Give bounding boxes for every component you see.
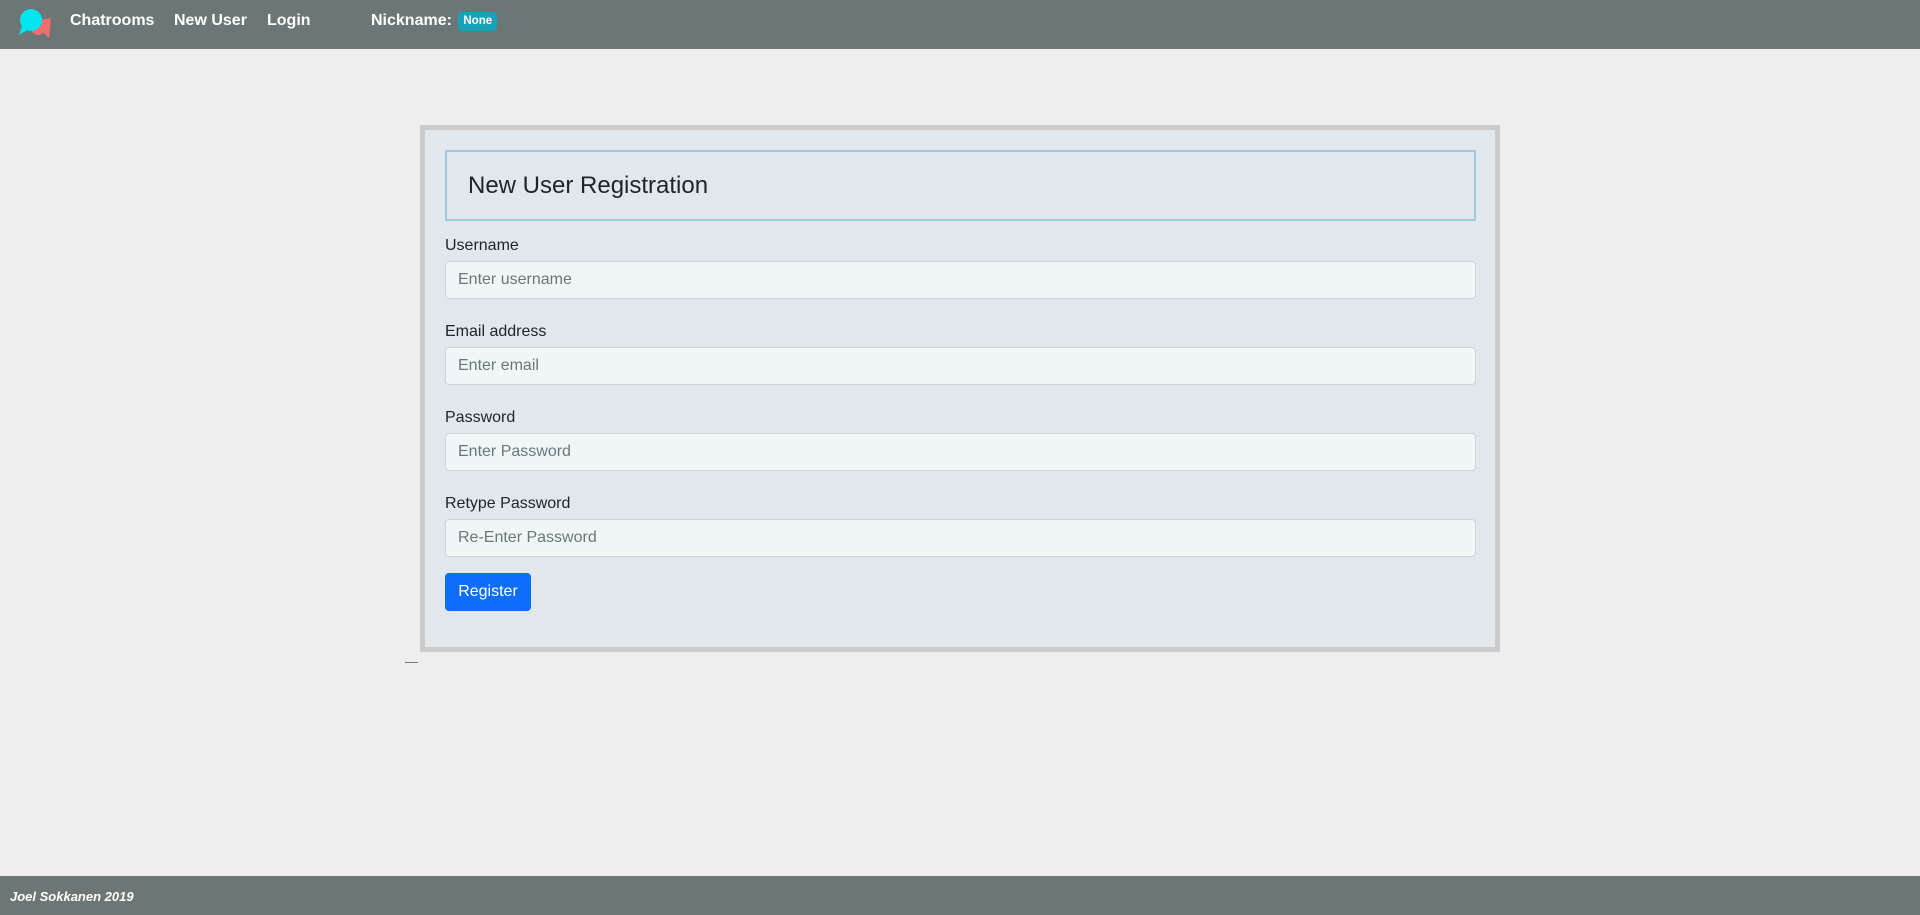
username-label: Username (445, 237, 519, 254)
nav-link-chatrooms[interactable]: Chatrooms (70, 11, 154, 31)
navbar: Chatrooms New User Login Nickname: None (0, 0, 1920, 49)
card-header: New User Registration (445, 150, 1476, 221)
nickname-display: Nickname: None (371, 11, 498, 31)
nav-link-new-user[interactable]: New User (174, 11, 247, 31)
nickname-label: Nickname: (371, 12, 452, 29)
email-label: Email address (445, 323, 547, 340)
retype-password-input[interactable] (445, 519, 1476, 557)
footer-text: Joel Sokkanen 2019 (10, 889, 134, 904)
password-label: Password (445, 409, 516, 426)
chat-bubbles-icon[interactable] (18, 6, 52, 40)
username-input[interactable] (445, 261, 1476, 299)
nickname-badge: None (458, 12, 498, 31)
email-input[interactable] (445, 347, 1476, 385)
divider (405, 662, 418, 663)
nav-link-login[interactable]: Login (267, 11, 311, 31)
page-title: New User Registration (468, 172, 709, 199)
footer: Joel Sokkanen 2019 (0, 876, 1920, 915)
register-button[interactable]: Register (445, 573, 531, 611)
password-input[interactable] (445, 433, 1476, 471)
retype-password-label: Retype Password (445, 495, 571, 512)
registration-card: New User Registration Username Email add… (420, 125, 1500, 652)
